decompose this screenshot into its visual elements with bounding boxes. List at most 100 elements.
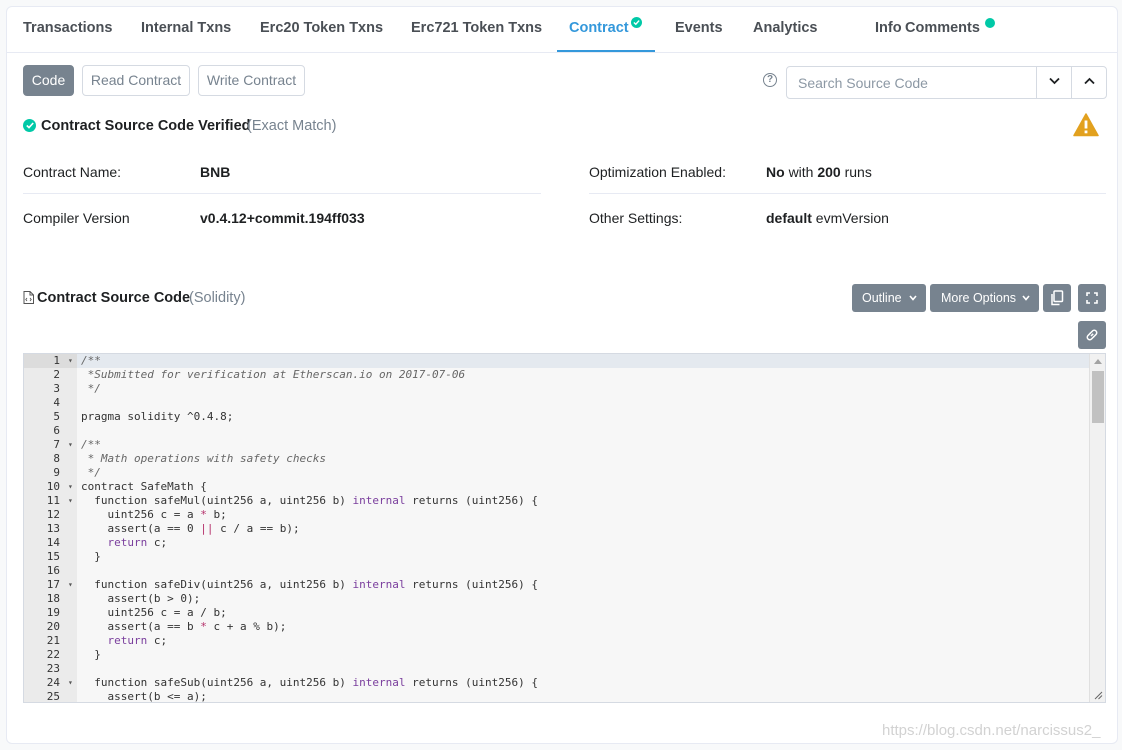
compiler-version-value: v0.4.12+commit.194ff033 [200, 210, 365, 226]
code-text: /** [81, 438, 101, 452]
code-text: pragma solidity ^0.4.8; [81, 410, 233, 424]
resize-handle-icon[interactable] [1094, 691, 1103, 700]
tab-erc721-token-txns[interactable]: Erc721 Token Txns [411, 7, 542, 53]
optimization-no: No [766, 164, 785, 180]
fold-toggle-icon[interactable]: ▾ [68, 494, 73, 508]
line-number: 16 [46, 564, 60, 577]
code-text: function safeDiv(uint256 a, uint256 b) i… [81, 578, 538, 592]
tab-comments[interactable]: Comments [905, 7, 980, 53]
fold-toggle-icon[interactable]: ▾ [68, 676, 73, 690]
search-box [786, 66, 1107, 99]
scroll-up-arrow[interactable] [1094, 359, 1102, 364]
active-tab-indicator [557, 50, 655, 52]
line-number: 2 [53, 368, 60, 381]
code-token: b; [206, 508, 227, 521]
line-number: 9 [53, 466, 60, 479]
fold-toggle-icon[interactable]: ▾ [68, 578, 73, 592]
outline-button[interactable]: Outline [852, 284, 926, 312]
line-number: 19 [46, 606, 60, 619]
code-line: 7 ▾ /** [24, 438, 1090, 452]
code-token: return [107, 634, 148, 647]
write-contract-button[interactable]: Write Contract [198, 65, 305, 96]
more-options-button[interactable]: More Options [930, 284, 1039, 312]
search-prev-button[interactable] [1071, 67, 1106, 98]
tab-contract[interactable]: Contract [569, 7, 629, 53]
file-code-icon [23, 291, 34, 304]
copy-button[interactable] [1043, 284, 1071, 312]
line-number: 25 [46, 690, 60, 703]
line-number: 23 [46, 662, 60, 675]
tab-analytics[interactable]: Analytics [753, 7, 817, 53]
code-line: 24 ▾ function safeSub(uint256 a, uint256 … [24, 676, 1090, 690]
code-text: uint256 c = a * b; [81, 508, 227, 522]
outline-label: Outline [862, 291, 902, 305]
tab-bar: Transactions Internal Txns Erc20 Token T… [7, 7, 1117, 53]
code-token: *Submitted for verification at Etherscan… [81, 368, 466, 381]
code-token: uint256 c = a / b; [81, 606, 227, 619]
warning-icon[interactable] [1073, 113, 1099, 137]
code-token: internal [352, 494, 406, 507]
code-token: || [200, 522, 214, 535]
expand-icon [1086, 292, 1098, 304]
code-token: assert(a == b [81, 620, 201, 633]
source-code-language: (Solidity) [189, 290, 246, 306]
scrollbar-thumb[interactable] [1092, 371, 1104, 423]
contract-name-value: BNB [200, 164, 231, 180]
search-next-button[interactable] [1036, 67, 1071, 98]
verified-subtitle: (Exact Match) [247, 118, 337, 134]
line-number: 13 [46, 522, 60, 535]
contract-name-label: Contract Name: [23, 164, 122, 180]
tab-events[interactable]: Events [675, 7, 723, 53]
code-line: 18 assert(b > 0); [24, 592, 1090, 606]
fold-toggle-icon[interactable]: ▾ [68, 438, 73, 452]
other-settings-evm: evmVersion [815, 210, 889, 226]
line-number: 3 [53, 382, 60, 395]
verified-title: Contract Source Code Verified [41, 118, 251, 134]
code-button[interactable]: Code [23, 65, 74, 96]
vertical-scrollbar[interactable] [1089, 354, 1105, 702]
tab-erc20-token-txns[interactable]: Erc20 Token Txns [260, 7, 383, 53]
tab-internal-txns[interactable]: Internal Txns [141, 7, 231, 53]
fold-toggle-icon[interactable]: ▾ [68, 354, 73, 368]
link-icon [1086, 329, 1098, 341]
code-token: c + a % b); [206, 620, 287, 633]
code-line: 21 return c; [24, 634, 1090, 648]
copy-icon [1051, 290, 1064, 306]
line-number: 14 [46, 536, 60, 549]
tab-info[interactable]: Info [875, 7, 902, 53]
code-text: assert(a == 0 || c / a == b); [81, 522, 299, 536]
line-number: 5 [53, 410, 60, 423]
code-line: 6 [24, 424, 1090, 438]
help-icon[interactable]: ? [763, 73, 777, 87]
line-number: 15 [46, 550, 60, 563]
code-line: 14 return c; [24, 536, 1090, 550]
code-token: internal [352, 578, 406, 591]
code-line: 8 * Math operations with safety checks [24, 452, 1090, 466]
code-text: assert(b <= a); [81, 690, 206, 702]
code-line: 13 assert(a == 0 || c / a == b); [24, 522, 1090, 536]
code-line: 16 [24, 564, 1090, 578]
code-text: */ [81, 466, 101, 480]
tab-transactions[interactable]: Transactions [23, 7, 112, 53]
fold-toggle-icon[interactable]: ▾ [68, 480, 73, 494]
code-line: 5 pragma solidity ^0.4.8; [24, 410, 1090, 424]
optimization-value: No with 200 runs [766, 164, 872, 180]
code-line: 23 [24, 662, 1090, 676]
code-token: * [200, 508, 207, 521]
code-line: 19 uint256 c = a / b; [24, 606, 1090, 620]
other-settings-value: default evmVersion [766, 210, 889, 226]
code-line: 2 *Submitted for verification at Ethersc… [24, 368, 1090, 382]
code-token: pragma solidity ^0.4.8; [81, 410, 234, 423]
search-source-code-input[interactable] [787, 67, 1036, 98]
code-text: /** [81, 354, 101, 368]
permalink-button[interactable] [1078, 321, 1106, 349]
code-text: return c; [81, 536, 168, 550]
source-code-title: Contract Source Code [37, 290, 191, 306]
code-editor[interactable]: 1 ▾/** 2 *Submitted for verification at Et… [23, 353, 1106, 703]
line-number: 21 [46, 634, 60, 647]
fullscreen-button[interactable] [1078, 284, 1106, 312]
read-contract-button[interactable]: Read Contract [82, 65, 190, 96]
comments-notification-dot [985, 18, 995, 28]
chevron-up-icon [1084, 77, 1095, 85]
